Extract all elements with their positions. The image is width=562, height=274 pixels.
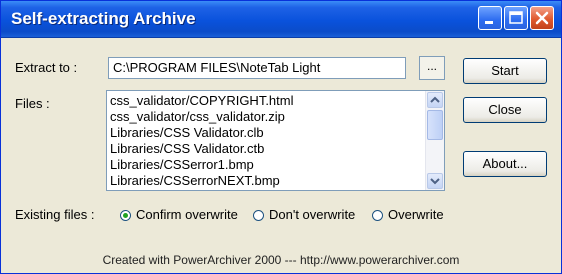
scroll-down-button[interactable] bbox=[427, 173, 443, 189]
existing-files-label: Existing files : bbox=[15, 207, 95, 222]
list-item[interactable]: Libraries/CSSerror1.bmp bbox=[110, 157, 422, 173]
overwrite-label[interactable]: Overwrite bbox=[388, 207, 444, 222]
minimize-icon bbox=[485, 21, 493, 24]
window-title: Self-extracting Archive bbox=[11, 9, 196, 28]
list-item[interactable]: css_validator/css_validator.zip bbox=[110, 109, 422, 125]
list-item[interactable]: css_validator/COPYRIGHT.html bbox=[110, 93, 422, 109]
chevron-down-icon bbox=[430, 178, 440, 185]
scroll-up-button[interactable] bbox=[427, 92, 443, 108]
browse-button[interactable]: ... bbox=[419, 56, 445, 80]
list-item[interactable]: Libraries/CSS Validator.clb bbox=[110, 125, 422, 141]
files-label: Files : bbox=[15, 96, 50, 111]
scroll-thumb[interactable] bbox=[427, 110, 443, 140]
close-window-button[interactable] bbox=[530, 6, 554, 30]
close-button[interactable]: Close bbox=[463, 97, 547, 123]
self-extracting-archive-window: Self-extracting Archive Extract to : C:\… bbox=[0, 0, 562, 274]
list-item[interactable]: Libraries/CSS Validator.ctb bbox=[110, 141, 422, 157]
extract-to-label: Extract to : bbox=[15, 60, 78, 75]
dont-overwrite-label[interactable]: Don't overwrite bbox=[269, 207, 355, 222]
radio-confirm-overwrite[interactable] bbox=[120, 210, 131, 221]
maximize-icon bbox=[509, 11, 523, 24]
close-icon bbox=[535, 11, 549, 25]
footer-credit: Created with PowerArchiver 2000 --- http… bbox=[102, 253, 460, 267]
chevron-up-icon bbox=[430, 96, 440, 103]
title-bar[interactable]: Self-extracting Archive bbox=[1, 1, 561, 38]
confirm-overwrite-label[interactable]: Confirm overwrite bbox=[136, 207, 238, 222]
files-list-items: css_validator/COPYRIGHT.html css_validato… bbox=[110, 93, 422, 189]
radio-dont-overwrite[interactable] bbox=[253, 210, 264, 221]
start-button[interactable]: Start bbox=[463, 58, 547, 84]
radio-overwrite[interactable] bbox=[372, 210, 383, 221]
minimize-button[interactable] bbox=[478, 6, 502, 30]
list-item[interactable]: Libraries/CSSerrorNEXT.bmp bbox=[110, 173, 422, 189]
files-scrollbar[interactable] bbox=[425, 91, 444, 190]
maximize-button[interactable] bbox=[504, 6, 528, 30]
extract-path-field[interactable]: C:\PROGRAM FILES\NoteTab Light bbox=[108, 57, 406, 79]
about-button[interactable]: About... bbox=[463, 151, 547, 177]
files-list[interactable]: css_validator/COPYRIGHT.html css_validato… bbox=[106, 90, 445, 191]
